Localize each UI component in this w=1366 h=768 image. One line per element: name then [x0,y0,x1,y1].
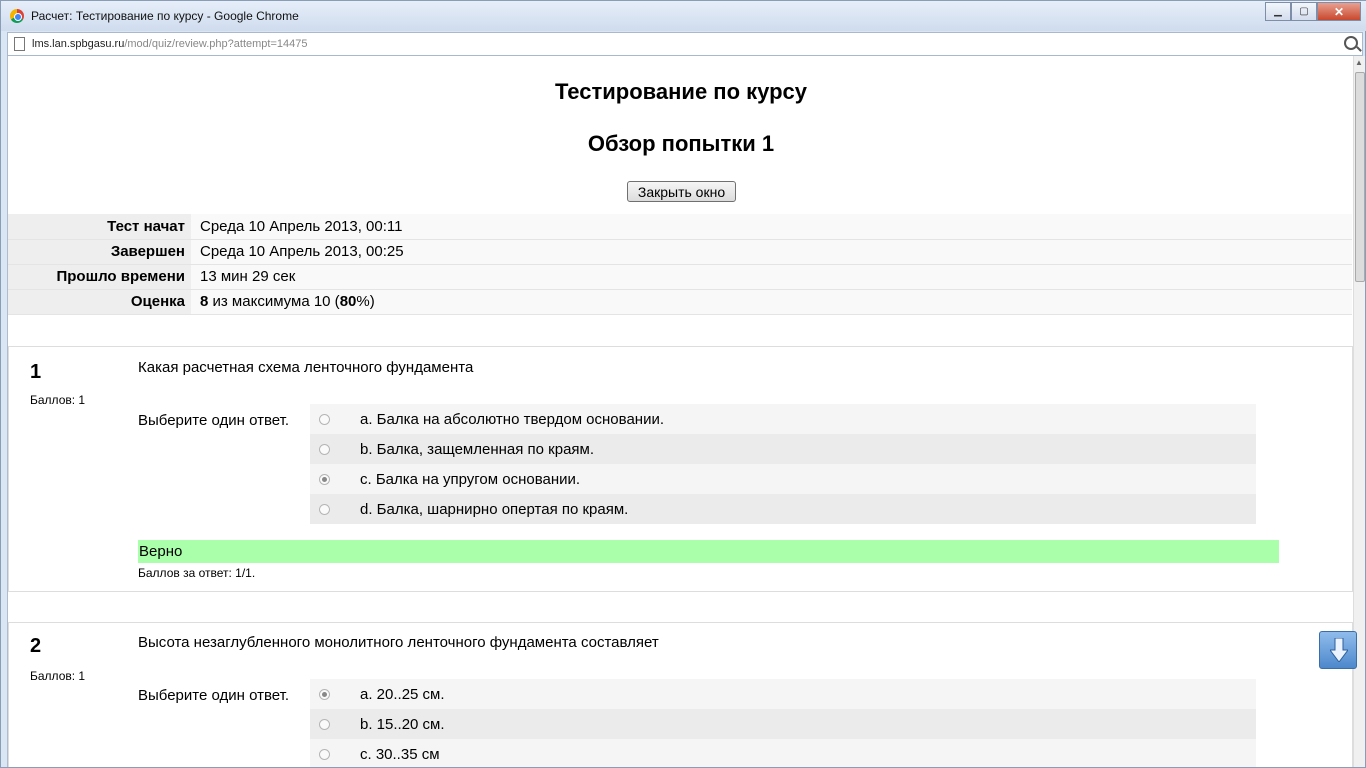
completed-label: Завершен [8,239,191,265]
attempt-summary: Тест начат Среда 10 Апрель 2013, 00:11 З… [8,214,1352,315]
started-label: Тест начат [8,214,191,240]
question-text: Какая расчетная схема ленточного фундаме… [138,359,474,376]
summary-row: Оценка 8 из максимума 10 (80%) [8,289,1352,315]
radio-button[interactable] [319,443,330,455]
answer-label: a. 20..25 см. [360,685,445,703]
window-controls: ▁ ▢ ✕ [1265,2,1361,21]
question-1: 1 Баллов: 1 Какая расчетная схема ленточ… [8,346,1353,592]
grade-text-2: %) [356,293,375,310]
scroll-thumb[interactable] [1355,72,1365,282]
maximize-icon[interactable]: ▢ [1291,2,1317,21]
time-taken-label: Прошло времени [8,264,191,290]
answer-option[interactable]: a. Балка на абсолютно твердом основании. [310,404,1256,434]
answer-option[interactable]: a. 20..25 см. [310,679,1256,709]
grade-percent: 80 [339,293,357,310]
question-marks: Баллов: 1 [30,669,86,683]
url-text[interactable]: lms.lan.spbgasu.ru/mod/quiz/review.php?a… [32,38,307,50]
answer-list: a. 20..25 см. b. 15..20 см. c. 30..35 см [310,679,1256,767]
url-host: lms.lan.spbgasu.ru [32,38,125,50]
radio-button[interactable] [319,718,330,730]
page-icon [14,37,25,51]
zoom-icon[interactable] [1344,36,1358,50]
question-marks: Баллов: 1 [30,393,86,407]
window-title: Расчет: Тестирование по курсу - Google C… [31,9,299,23]
radio-button[interactable] [319,748,330,760]
review-title: Обзор попытки 1 [587,131,775,156]
answer-label: c. 30..35 см [360,745,440,763]
answer-prompt: Выберите один ответ. [138,687,289,704]
question-2: 2 Баллов: 1 Высота незаглубленного монол… [8,622,1353,767]
answer-option[interactable]: b. Балка, защемленная по краям. [310,434,1256,464]
outcome-correct: Верно [138,540,1279,563]
address-bar[interactable]: lms.lan.spbgasu.ru/mod/quiz/review.php?a… [7,32,1363,56]
answer-label: a. Балка на абсолютно твердом основании. [360,410,664,428]
completed-value: Среда 10 Апрель 2013, 00:25 [191,239,1352,265]
radio-button[interactable] [319,413,330,425]
answer-list: a. Балка на абсолютно твердом основании.… [310,404,1256,524]
answer-prompt: Выберите один ответ. [138,412,289,429]
page-content: Тестирование по курсу Обзор попытки 1 За… [7,56,1353,767]
answer-label: b. Балка, защемленная по краям. [360,440,595,458]
answer-grade: Баллов за ответ: 1/1. [138,566,256,580]
grade-label: Оценка [8,289,191,315]
scroll-up-arrow-icon[interactable]: ▲ [1355,58,1363,67]
summary-row: Завершен Среда 10 Апрель 2013, 00:25 [8,239,1352,265]
answer-option[interactable]: c. 30..35 см [310,739,1256,767]
url-path: /mod/quiz/review.php?attempt=14475 [124,38,308,50]
answer-label: c. Балка на упругом основании. [360,470,581,488]
title-bar[interactable]: Расчет: Тестирование по курсу - Google C… [1,1,1366,31]
close-window-button[interactable]: Закрыть окно [627,181,736,202]
arrow-down-icon [1330,638,1348,662]
radio-button-checked[interactable] [319,688,330,700]
answer-option[interactable]: b. 15..20 см. [310,709,1256,739]
answer-option[interactable]: d. Балка, шарнирно опертая по краям. [310,494,1256,524]
summary-row: Прошло времени 13 мин 29 сек [8,264,1352,290]
started-value: Среда 10 Апрель 2013, 00:11 [191,214,1352,240]
grade-text-1: из максимума 10 ( [208,293,340,310]
summary-row: Тест начат Среда 10 Апрель 2013, 00:11 [8,214,1352,240]
minimize-icon[interactable]: ▁ [1265,2,1291,21]
answer-label: d. Балка, шарнирно опертая по краям. [360,500,629,518]
question-number: 1 [30,361,42,383]
question-text: Высота незаглубленного монолитного ленто… [138,634,659,651]
radio-button-checked[interactable] [319,473,330,485]
radio-button[interactable] [319,503,330,515]
answer-label: b. 15..20 см. [360,715,445,733]
close-window-icon[interactable]: ✕ [1317,2,1361,21]
question-number: 2 [30,635,42,657]
chrome-icon [10,9,24,23]
answer-option[interactable]: c. Балка на упругом основании. [310,464,1256,494]
scroll-down-button[interactable] [1319,631,1357,669]
course-title: Тестирование по курсу [554,79,808,104]
time-taken-value: 13 мин 29 сек [191,264,1352,290]
grade-value: 8 из максимума 10 (80%) [191,289,1352,315]
